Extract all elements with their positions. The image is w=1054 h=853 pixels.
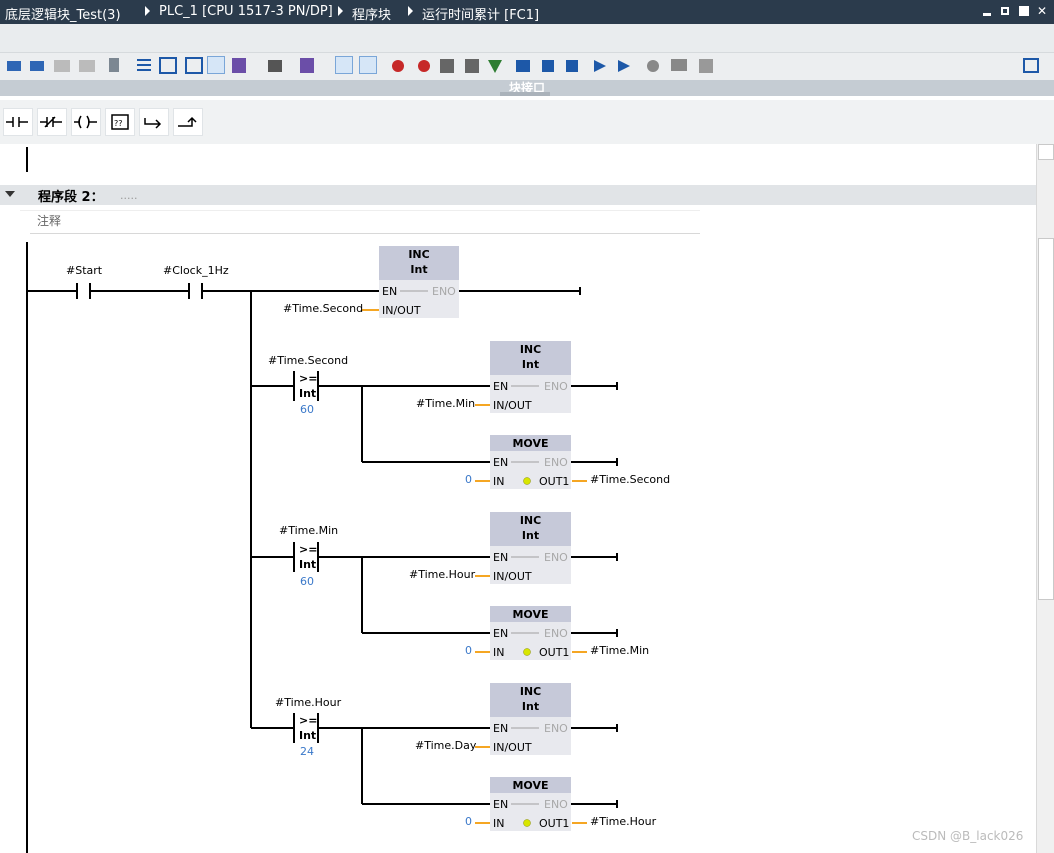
eno-pin: ENO [544,722,568,735]
move-out-hours[interactable]: #Time.Hour [590,815,656,828]
eno-pin: ENO [432,285,456,298]
network-header[interactable] [0,185,1036,205]
eno-pin: ENO [544,627,568,640]
empty-box-button[interactable] [105,108,135,136]
move-out-minutes[interactable]: #Time.Min [590,644,649,657]
breadcrumb-folder[interactable]: 程序块 [352,4,391,23]
network-comment[interactable]: 注释 [37,212,61,229]
out1-pin: OUT1 [539,475,570,488]
watermark: CSDN @B_lack026 [912,829,1024,843]
coil-button[interactable] [71,108,101,136]
inc-operand-hours[interactable]: #Time.Hour [409,568,475,581]
in-pin: IN [493,475,505,488]
in-pin: IN [493,646,505,659]
cmp-operator: >= [299,543,318,556]
en-pin: EN [493,722,509,735]
breadcrumb-separator-icon [408,6,413,16]
breadcrumb-block[interactable]: 运行时间累计 [FC1] [422,4,539,23]
close-icon[interactable]: ✕ [1034,3,1050,19]
favorites-button[interactable] [359,56,377,74]
move-label: MOVE [512,779,549,792]
inc-type[interactable]: Int [490,700,571,713]
inout-pin: IN/OUT [493,570,532,583]
cmp-operand-hours[interactable]: #Time.Hour [275,696,341,709]
inout-pin: IN/OUT [493,741,532,754]
move-in-value[interactable]: 0 [465,473,472,486]
inc-type[interactable]: Int [379,263,459,276]
cmp-value-hours[interactable]: 24 [300,745,314,758]
inc-operand-minutes[interactable]: #Time.Min [416,397,475,410]
eno-pin: ENO [544,551,568,564]
inc-type[interactable]: Int [490,358,571,371]
cmp-operand-minutes[interactable]: #Time.Min [279,524,338,537]
toggle-comments-button[interactable] [207,56,225,74]
network-title-placeholder[interactable]: ..... [120,189,137,202]
cmp-value-seconds[interactable]: 60 [300,403,314,416]
inc-label: INC [519,514,542,527]
eno-pin: ENO [544,798,568,811]
vertical-scrollbar[interactable] [1036,144,1054,853]
open-branch-button[interactable] [139,108,169,136]
minimize-icon[interactable] [980,3,996,19]
restore-icon[interactable] [998,3,1014,19]
comment-divider [30,233,700,234]
editor-toolbar [0,52,1054,82]
cmp-operator: >= [299,372,318,385]
en-pin: EN [493,551,509,564]
start-contact-operand[interactable]: #Start [66,264,102,277]
move-label: MOVE [512,437,549,450]
absolute-operands-button[interactable] [335,56,353,74]
inc-label: INC [519,343,542,356]
editor-tab-strip [0,24,1054,52]
en-pin: EN [493,798,509,811]
inc-operand-seconds[interactable]: #Time.Second [283,302,363,315]
close-branch-button[interactable] [173,108,203,136]
en-pin: EN [493,456,509,469]
block-interface-bar[interactable]: 块接口 [0,80,1054,96]
cmp-operand-seconds[interactable]: #Time.Second [268,354,348,367]
comment-top-border [20,210,700,211]
move-out-seconds[interactable]: #Time.Second [590,473,670,486]
en-pin: EN [382,285,398,298]
breadcrumb-separator-icon [145,6,150,16]
network-title[interactable]: 程序段 2： [38,186,104,205]
move-in-value[interactable]: 0 [465,815,472,828]
inc-type[interactable]: Int [490,529,571,542]
breadcrumb-separator-icon [338,6,343,16]
cmp-value-minutes[interactable]: 60 [300,575,314,588]
in-pin: IN [493,817,505,830]
eno-pin: ENO [544,456,568,469]
en-pin: EN [493,380,509,393]
inc-label: INC [519,685,542,698]
splitter-handle[interactable] [500,92,550,96]
float-window-icon[interactable] [1016,3,1032,19]
out1-pin: OUT1 [539,646,570,659]
move-label: MOVE [512,608,549,621]
nc-contact-button[interactable] [37,108,67,136]
inc-label: INC [408,248,430,261]
out1-pin: OUT1 [539,817,570,830]
breadcrumb-project[interactable]: 底层逻辑块_Test(3) [5,4,121,23]
en-pin: EN [493,627,509,640]
breadcrumb-device[interactable]: PLC_1 [CPU 1517-3 PN/DP] [159,4,333,19]
inout-pin: IN/OUT [493,399,532,412]
cmp-type[interactable]: Int [299,729,316,742]
cmp-operator: >= [299,714,318,727]
eno-pin: ENO [544,380,568,393]
clock-contact-operand[interactable]: #Clock_1Hz [163,264,229,277]
scroll-thumb[interactable] [1038,238,1054,600]
inout-pin: IN/OUT [382,304,421,317]
no-contact-button[interactable] [3,108,33,136]
title-bar: 底层逻辑块_Test(3) PLC_1 [CPU 1517-3 PN/DP] 程… [0,0,1054,24]
scroll-up-button[interactable] [1038,144,1054,160]
cmp-type[interactable]: Int [299,558,316,571]
inc-operand-days[interactable]: #Time.Day [415,739,476,752]
move-in-value[interactable]: 0 [465,644,472,657]
cmp-type[interactable]: Int [299,387,316,400]
